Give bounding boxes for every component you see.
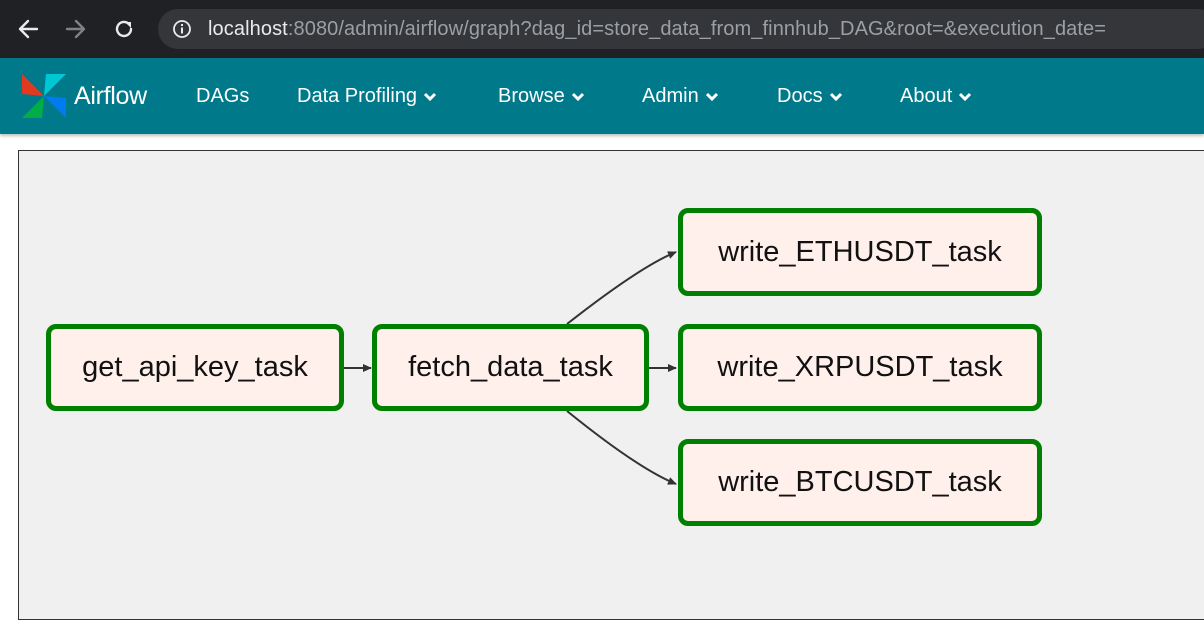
task-node-get-api-key[interactable]: get_api_key_task (46, 324, 344, 411)
reload-button[interactable] (106, 11, 142, 47)
nav-about[interactable]: About (900, 58, 972, 134)
url-text[interactable]: localhost:8080/admin/airflow/graph?dag_i… (208, 9, 1106, 49)
task-label: write_BTCUSDT_task (718, 466, 1002, 498)
forward-button[interactable] (58, 11, 94, 47)
task-node-write-xrpusdt[interactable]: write_XRPUSDT_task (678, 324, 1042, 411)
browser-toolbar: localhost:8080/admin/airflow/graph?dag_i… (0, 0, 1204, 58)
url-host: localhost (208, 18, 288, 40)
task-label: fetch_data_task (408, 351, 613, 383)
dag-graph-canvas[interactable]: get_api_key_task fetch_data_task write_E… (18, 150, 1204, 620)
nav-admin[interactable]: Admin (642, 58, 719, 134)
nav-docs-label: Docs (777, 85, 823, 107)
airflow-pinwheel-logo (22, 74, 66, 118)
nav-data-profiling[interactable]: Data Profiling (297, 58, 437, 134)
edge-fetch-data-to-write-eth (566, 251, 677, 325)
url-path: :8080/admin/airflow/graph?dag_id=store_d… (287, 18, 1107, 40)
chevron-down-icon (829, 92, 842, 102)
nav-dags-label: DAGs (196, 85, 250, 107)
address-bar[interactable]: localhost:8080/admin/airflow/graph?dag_i… (158, 9, 1204, 49)
edge-fetch-data-to-write-btc (566, 410, 677, 485)
chevron-down-icon (705, 92, 718, 102)
nav-about-label: About (900, 85, 953, 107)
nav-dags[interactable]: DAGs (196, 58, 249, 134)
nav-docs[interactable]: Docs (777, 58, 843, 134)
chevron-down-icon (959, 92, 972, 102)
reload-icon (115, 20, 133, 38)
forward-arrow-icon (65, 19, 86, 39)
task-label: get_api_key_task (82, 351, 308, 383)
chevron-down-icon (571, 92, 584, 102)
task-node-write-ethusdt[interactable]: write_ETHUSDT_task (678, 208, 1042, 296)
back-arrow-icon (18, 19, 39, 39)
brand-name: Airflow (74, 81, 147, 110)
airflow-navbar: Airflow DAGs Data Profiling Browse Admin… (0, 58, 1204, 134)
task-node-write-btcusdt[interactable]: write_BTCUSDT_task (678, 439, 1042, 526)
task-label: write_ETHUSDT_task (718, 235, 1002, 268)
nav-data-profiling-label: Data Profiling (297, 85, 418, 107)
info-icon[interactable] (172, 19, 192, 39)
nav-browse-label: Browse (498, 85, 565, 107)
nav-browse[interactable]: Browse (498, 58, 585, 134)
nav-admin-label: Admin (642, 85, 699, 107)
brand-home-link[interactable]: Airflow (18, 70, 147, 122)
chevron-down-icon (424, 92, 437, 102)
task-label: write_XRPUSDT_task (717, 351, 1003, 383)
task-node-fetch-data[interactable]: fetch_data_task (372, 324, 649, 411)
back-button[interactable] (10, 11, 46, 47)
